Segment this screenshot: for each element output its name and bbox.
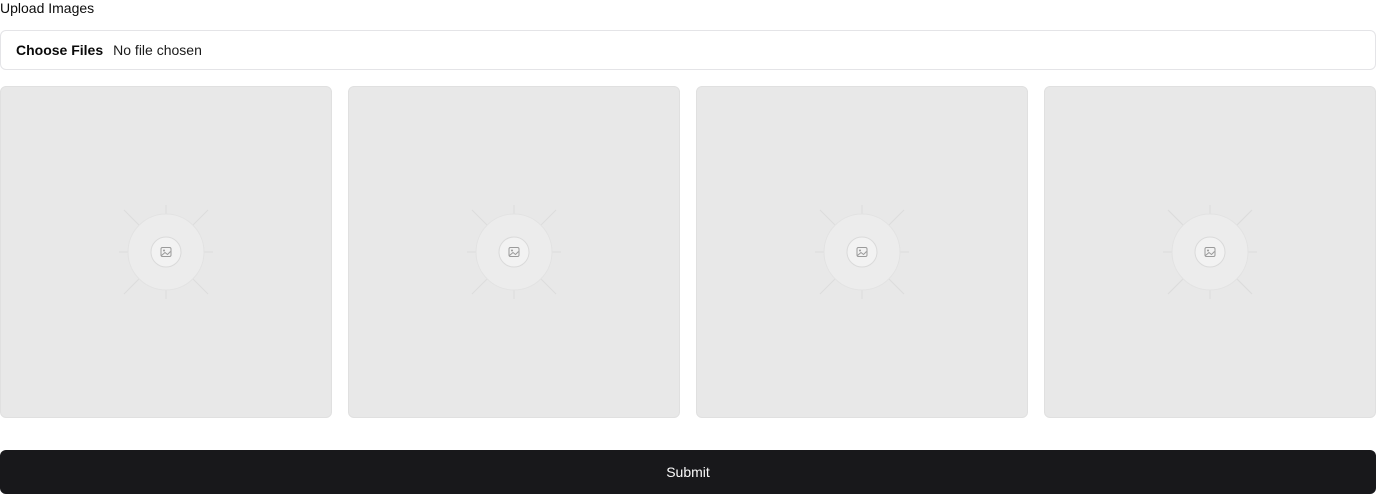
image-placeholder-icon (815, 205, 909, 299)
image-placeholder-icon (467, 205, 561, 299)
submit-button[interactable]: Submit (0, 450, 1376, 494)
image-placeholder-tile (1044, 86, 1376, 418)
upload-images-label: Upload Images (0, 0, 95, 16)
file-status-text: No file chosen (113, 42, 202, 58)
image-placeholder-tile (0, 86, 332, 418)
image-placeholder-tile (348, 86, 680, 418)
image-placeholder-icon (1163, 205, 1257, 299)
image-placeholder-icon (119, 205, 213, 299)
choose-files-button[interactable]: Choose Files (16, 42, 103, 58)
file-input[interactable]: Choose Files No file chosen (0, 30, 1376, 70)
image-placeholder-tile (696, 86, 1028, 418)
image-preview-grid (0, 86, 1376, 418)
